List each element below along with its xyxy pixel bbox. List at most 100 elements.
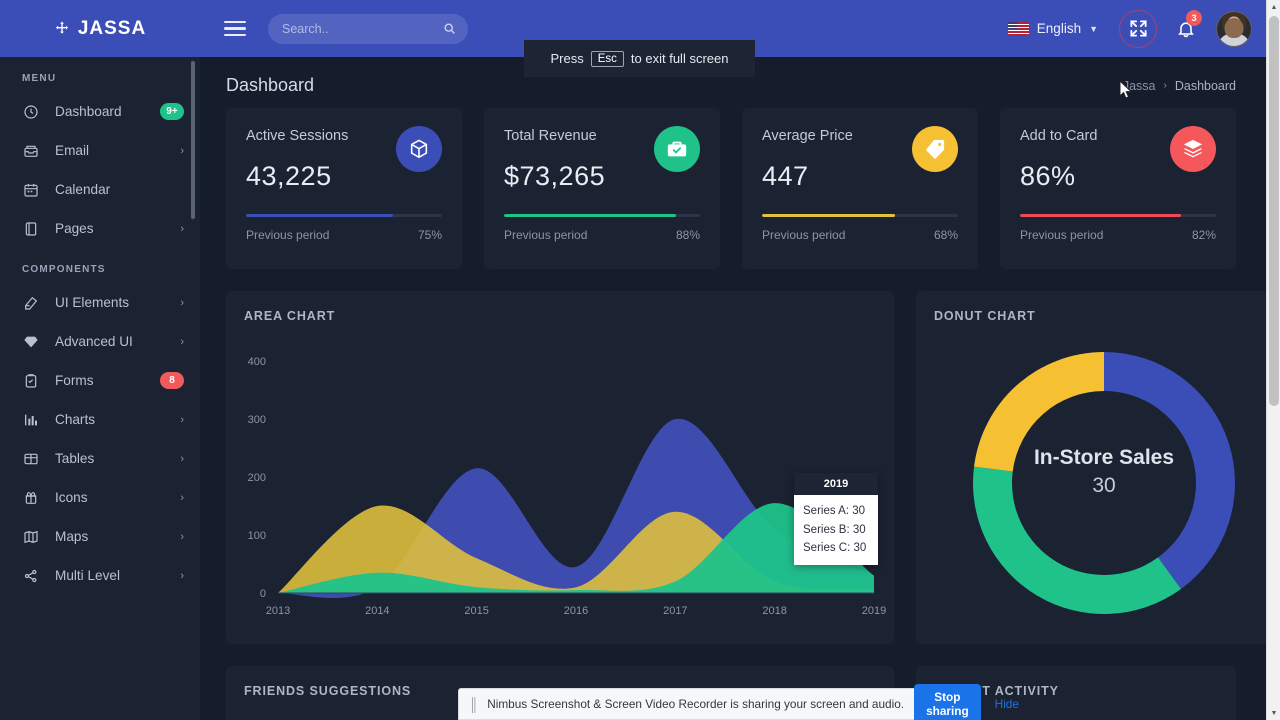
donut-chart-svg [973, 352, 1235, 614]
stop-sharing-button[interactable]: Stop sharing [914, 684, 981, 720]
chevron-right-icon: › [180, 413, 184, 426]
forms-clipboard-icon [22, 372, 39, 389]
layers-stack-icon [1170, 126, 1216, 172]
search-icon[interactable] [443, 22, 456, 35]
area-chart-tooltip: 2019 Series A: 30 Series B: 30 Series C:… [794, 473, 878, 565]
fullscreen-button[interactable] [1114, 0, 1162, 57]
sidebar-item-label: Charts [55, 412, 96, 427]
briefcase-check-icon [654, 126, 700, 172]
sidebar-item-forms[interactable]: Forms 8 [0, 361, 200, 400]
sidebar-item-label: Advanced UI [55, 334, 133, 349]
brand-logo[interactable]: JASSA [0, 0, 200, 57]
sidebar-section-label-components: COMPONENTS [22, 264, 106, 275]
calendar-icon [22, 181, 39, 198]
fullscreen-exit-tooltip: Press Esc to exit full screen [524, 40, 755, 77]
stat-card-footer-label: Previous period [1020, 228, 1104, 242]
svg-text:2018: 2018 [762, 605, 786, 617]
chevron-right-icon: › [180, 452, 184, 465]
notifications-button[interactable]: 3 [1162, 0, 1210, 57]
search-input[interactable] [282, 21, 443, 36]
language-selector[interactable]: English ▼ [992, 0, 1114, 57]
svg-text:2015: 2015 [464, 605, 488, 617]
notification-badge: 3 [1186, 10, 1202, 26]
progress-track [1020, 214, 1216, 217]
svg-text:0: 0 [260, 588, 266, 600]
sidebar-item-multi-level[interactable]: Multi Level › [0, 556, 200, 595]
tooltip-before-text: Press [550, 51, 584, 66]
header-right-tools: English ▼ 3 [992, 0, 1266, 57]
sidebar-badge-forms: 8 [160, 372, 184, 389]
svg-text:400: 400 [248, 356, 266, 368]
sidebar-item-label: Pages [55, 221, 94, 236]
stat-card-footer-label: Previous period [504, 228, 588, 242]
sidebar-item-pages[interactable]: Pages › [0, 209, 200, 248]
chevron-right-icon: › [180, 222, 184, 235]
stat-card-footer-label: Previous period [246, 228, 330, 242]
progress-track [504, 214, 700, 217]
tooltip-title: 2019 [794, 473, 878, 495]
chevron-right-icon: › [180, 530, 184, 543]
sidebar-item-dashboard[interactable]: Dashboard 9+ [0, 92, 200, 131]
sidebar-item-label: UI Elements [55, 295, 130, 310]
area-chart-title: AREA CHART [244, 309, 336, 323]
scroll-down-arrow-icon[interactable]: ▼ [1267, 706, 1280, 720]
avatar[interactable] [1216, 10, 1252, 47]
svg-text:100: 100 [248, 530, 266, 542]
scroll-up-arrow-icon[interactable]: ▲ [1267, 0, 1280, 14]
hamburger-menu-icon[interactable] [224, 20, 246, 37]
drag-handle-icon[interactable]: ║ [469, 697, 478, 712]
box-cube-icon [396, 126, 442, 172]
breadcrumb-separator: › [1163, 80, 1167, 91]
sidebar-item-label: Email [55, 143, 89, 158]
dashboard-clock-icon [22, 103, 39, 120]
chevron-right-icon: › [180, 335, 184, 348]
stat-card-percent: 88% [675, 228, 700, 242]
multi-level-share-icon [22, 567, 39, 584]
sidebar: MENU Dashboard 9+ Email › Calendar Pages… [0, 57, 200, 720]
sidebar-item-tables[interactable]: Tables › [0, 439, 200, 478]
stat-card-total-revenue: Total Revenue $73,265 Previous period 88… [484, 108, 720, 269]
stat-card-percent: 68% [933, 228, 958, 242]
search-box[interactable] [268, 13, 468, 44]
sidebar-item-calendar[interactable]: Calendar [0, 170, 200, 209]
stat-card-footer: Previous period 82% [1020, 228, 1216, 242]
sidebar-badge-dashboard: 9+ [160, 103, 184, 120]
donut-chart-title: DONUT CHART [934, 309, 1036, 323]
sidebar-item-label: Multi Level [55, 568, 120, 583]
scrollbar-thumb[interactable] [1269, 16, 1279, 406]
sidebar-item-email[interactable]: Email › [0, 131, 200, 170]
svg-text:200: 200 [248, 472, 266, 484]
stat-card-percent: 82% [1191, 228, 1216, 242]
move-arrows-icon [54, 21, 70, 37]
ui-elements-layers-icon [22, 294, 39, 311]
sidebar-item-icons[interactable]: Icons › [0, 478, 200, 517]
price-tag-icon [912, 126, 958, 172]
main-content: Dashboard Jassa › Dashboard Active Sessi… [200, 57, 1266, 720]
sidebar-item-charts[interactable]: Charts › [0, 400, 200, 439]
tables-icon [22, 450, 39, 467]
stat-card-percent: 75% [417, 228, 442, 242]
sidebar-item-label: Calendar [55, 182, 111, 197]
sidebar-item-advanced-ui[interactable]: Advanced UI › [0, 322, 200, 361]
hide-share-bar-button[interactable]: Hide [991, 697, 1023, 711]
sidebar-item-label: Icons [55, 490, 88, 505]
progress-fill [246, 214, 393, 217]
sidebar-item-ui-elements[interactable]: UI Elements › [0, 283, 200, 322]
language-label: English [1036, 21, 1082, 36]
sidebar-item-label: Dashboard [55, 104, 122, 119]
tooltip-rows: Series A: 30 Series B: 30 Series C: 30 [794, 495, 878, 565]
charts-row: AREA CHART 0 100 200 300 400 2013 2014 2015 2016… [200, 269, 1266, 644]
stat-card-footer: Previous period 68% [762, 228, 958, 242]
svg-text:2013: 2013 [266, 605, 290, 617]
stat-card-footer-label: Previous period [762, 228, 846, 242]
page-title: Dashboard [226, 75, 315, 95]
brand-name: JASSA [77, 17, 147, 39]
stat-card-average-price: Average Price 447 Previous period 68% [742, 108, 978, 269]
progress-fill [504, 214, 677, 217]
svg-text:2017: 2017 [663, 605, 687, 617]
stat-cards-row: Active Sessions 43,225 Previous period 7… [200, 108, 1266, 269]
sidebar-item-maps[interactable]: Maps › [0, 517, 200, 556]
mouse-cursor [1119, 79, 1133, 105]
chevron-right-icon: › [180, 491, 184, 504]
browser-scrollbar[interactable]: ▲ ▼ [1266, 0, 1280, 720]
